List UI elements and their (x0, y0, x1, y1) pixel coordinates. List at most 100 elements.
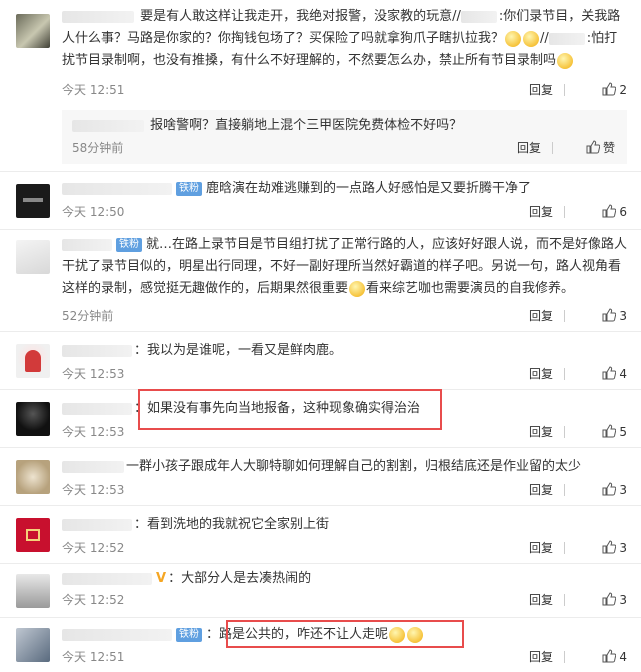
comment-item: V ：大部分人是去凑热闹的 今天 12:52 回复 3 (0, 564, 641, 618)
reply-button[interactable]: 回复 (529, 306, 553, 326)
comment-text: 一群小孩子跟成年人大聊特聊如何理解自己的割割，归根结底还是作业留的太少 (62, 456, 627, 478)
thumb-up-icon (602, 82, 617, 96)
divider (564, 206, 565, 218)
like-button[interactable]: 3 (602, 538, 627, 558)
like-button[interactable]: 2 (602, 80, 627, 100)
divider (564, 368, 565, 380)
username[interactable] (62, 238, 112, 251)
avatar[interactable] (16, 460, 50, 494)
comment-text-part: 要是有人敢这样让我走开，我绝对报警，没家教的玩意// (140, 9, 461, 24)
reply-button[interactable]: 回复 (529, 590, 553, 610)
thumb-up-icon (602, 366, 617, 380)
thumb-up-icon (602, 649, 617, 663)
avatar[interactable] (16, 628, 50, 662)
divider (564, 310, 565, 322)
comment-content: ：大部分人是去凑热闹的 (168, 571, 312, 586)
like-count: 4 (619, 650, 627, 664)
like-count: 4 (619, 367, 627, 381)
like-count: 3 (619, 309, 627, 323)
username[interactable] (62, 344, 132, 357)
comment-content-tail: 看来综艺咖也需要演员的自我修养。 (366, 281, 575, 296)
avatar[interactable] (16, 574, 50, 608)
timestamp: 今天 12:53 (62, 425, 125, 439)
timestamp: 今天 12:52 (62, 593, 125, 607)
username[interactable] (72, 119, 144, 132)
thumb-up-icon (602, 592, 617, 606)
username[interactable] (62, 182, 172, 195)
reply-button[interactable]: 回复 (529, 480, 553, 500)
reply-button[interactable]: 回复 (529, 422, 553, 442)
like-button[interactable]: 6 (602, 202, 627, 222)
username[interactable] (62, 460, 124, 473)
reply-button[interactable]: 回复 (529, 364, 553, 384)
like-button[interactable]: 5 (602, 422, 627, 442)
avatar[interactable] (16, 344, 50, 378)
comment-text: 铁粉 就…在路上录节目是节目组打扰了正常行路的人，应该好好跟人说，而不是好像路人干… (62, 234, 627, 300)
avatar[interactable] (16, 184, 50, 218)
like-count: 3 (619, 593, 627, 607)
username[interactable] (62, 628, 172, 641)
emoji-icon (523, 30, 540, 47)
divider (552, 142, 553, 154)
comment-footer: 52分钟前 回复 3 (62, 306, 627, 326)
avatar-mark (23, 198, 43, 202)
timestamp: 今天 12:52 (62, 541, 125, 555)
username[interactable] (62, 10, 134, 23)
emoji-icon (505, 30, 522, 47)
mentioned-username[interactable] (548, 32, 585, 45)
avatar[interactable] (16, 518, 50, 552)
sub-reply-content: 报啥警啊？直接躺地上混个三甲医院免费体检不好吗？ (150, 118, 463, 133)
reply-button[interactable]: 回复 (529, 202, 553, 222)
divider (564, 84, 565, 96)
like-button[interactable]: 4 (602, 364, 627, 384)
comment-item: 一群小孩子跟成年人大聊特聊如何理解自己的割割，归根结底还是作业留的太少 今天 1… (0, 448, 641, 506)
like-count: 3 (619, 541, 627, 555)
comment-text: ：看到洗地的我就祝它全家别上街 (62, 514, 627, 536)
timestamp: 今天 12:53 (62, 367, 125, 381)
avatar[interactable] (16, 402, 50, 436)
avatar[interactable] (16, 14, 50, 48)
username[interactable] (62, 402, 132, 415)
comment-footer: 今天 12:50 回复 6 (62, 202, 627, 222)
timestamp: 58分钟前 (72, 141, 124, 155)
thumb-up-icon (602, 308, 617, 322)
thumb-up-icon (586, 140, 600, 154)
divider (564, 484, 565, 496)
reply-button[interactable]: 回复 (529, 80, 553, 100)
divider (564, 542, 565, 554)
mentioned-username[interactable] (460, 10, 497, 23)
username[interactable] (62, 572, 152, 585)
reply-button[interactable]: 回复 (517, 138, 541, 158)
like-button[interactable]: 3 (602, 590, 627, 610)
reply-button[interactable]: 回复 (529, 538, 553, 558)
like-label: 赞 (602, 141, 615, 155)
thumb-up-icon (602, 424, 617, 438)
like-button[interactable]: 4 (602, 647, 627, 667)
comment-text: 铁粉 鹿晗演在劫难逃赚到的一点路人好感怕是又要折腾干净了 (62, 178, 627, 200)
comment-footer: 今天 12:53 回复 4 (62, 364, 627, 384)
avatar-mark (26, 529, 40, 541)
avatar[interactable] (16, 240, 50, 274)
timestamp: 今天 12:51 (62, 650, 125, 664)
fan-badge: 铁粉 (116, 237, 142, 252)
like-count: 2 (619, 83, 627, 97)
highlight-box (226, 620, 464, 648)
comment-content: 一群小孩子跟成年人大聊特聊如何理解自己的割割，归根结底还是作业留的太少 (126, 459, 582, 474)
username[interactable] (62, 518, 132, 531)
fan-badge: 铁粉 (176, 181, 202, 196)
verified-badge: V (156, 571, 167, 586)
emoji-icon (349, 280, 366, 297)
comment-item: ：看到洗地的我就祝它全家别上街 今天 12:52 回复 3 (0, 506, 641, 564)
comment-item: 要是有人敢这样让我走开，我绝对报警，没家教的玩意//:你们录节目，关我路人什么事… (0, 0, 641, 172)
sub-reply-text: 报啥警啊？直接躺地上混个三甲医院免费体检不好吗？ (72, 116, 462, 136)
comment-text: V ：大部分人是去凑热闹的 (62, 568, 627, 590)
divider (564, 426, 565, 438)
fan-badge: 铁粉 (176, 627, 202, 642)
like-button[interactable]: 3 (602, 306, 627, 326)
like-button[interactable]: 3 (602, 480, 627, 500)
timestamp: 52分钟前 (62, 309, 114, 323)
sub-reply: 报啥警啊？直接躺地上混个三甲医院免费体检不好吗？ 58分钟前 回复 赞 (62, 110, 627, 164)
comment-text-part: // (540, 31, 549, 46)
like-button[interactable]: 赞 (586, 138, 615, 158)
reply-button[interactable]: 回复 (529, 647, 553, 667)
